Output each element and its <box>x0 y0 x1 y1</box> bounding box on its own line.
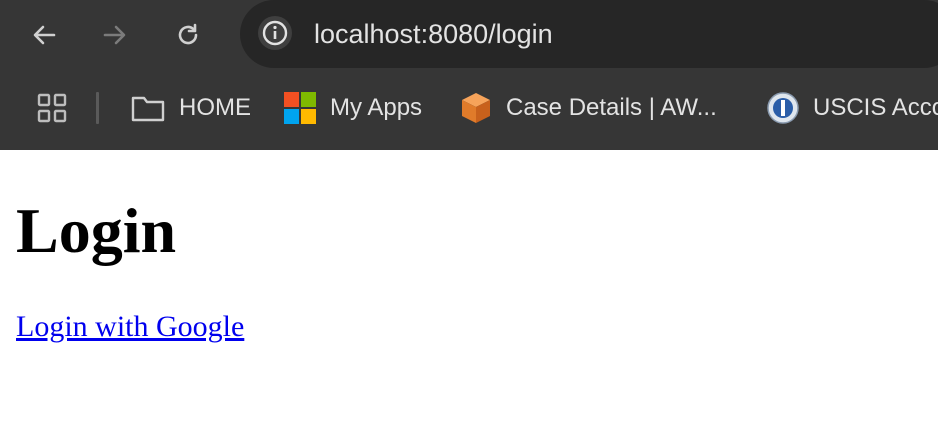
bookmarks-bar: HOME My Apps Case Details | AW... USCIS … <box>0 70 938 150</box>
url-host: localhost <box>314 19 421 49</box>
address-bar[interactable]: localhost:8080/login <box>240 0 938 68</box>
bookmark-uscis[interactable]: USCIS Acco <box>767 88 938 128</box>
folder-icon <box>131 93 165 123</box>
forward-button[interactable] <box>97 17 133 53</box>
info-icon <box>262 20 288 46</box>
url-text[interactable]: localhost:8080/login <box>314 17 553 51</box>
bookmark-my-apps[interactable]: My Apps <box>284 88 422 128</box>
aws-box-icon <box>460 91 492 125</box>
bookmark-label: Case Details | AW... <box>506 94 717 121</box>
forward-arrow-icon <box>103 25 126 45</box>
browser-toolbar: localhost:8080/login <box>0 0 938 70</box>
back-button[interactable] <box>26 17 62 53</box>
site-info-button[interactable] <box>258 16 292 50</box>
microsoft-logo-icon <box>284 92 316 124</box>
reload-icon <box>178 23 198 45</box>
login-with-google-link[interactable]: Login with Google <box>16 310 244 344</box>
apps-grid-icon <box>37 93 67 123</box>
bookmark-label: HOME <box>179 94 251 121</box>
bookmarks-separator <box>96 92 99 124</box>
uscis-seal-icon <box>767 92 799 124</box>
back-arrow-icon <box>33 25 56 45</box>
browser-chrome: localhost:8080/login HOME My Apps Case D… <box>0 0 938 150</box>
page-title: Login <box>16 195 177 266</box>
bookmark-case-details[interactable]: Case Details | AW... <box>460 88 717 128</box>
apps-button[interactable] <box>36 88 68 128</box>
bookmark-label: USCIS Acco <box>813 94 938 121</box>
bookmark-home[interactable]: HOME <box>131 88 251 128</box>
url-path: :8080/login <box>420 19 553 49</box>
reload-button[interactable] <box>170 17 206 53</box>
bookmark-label: My Apps <box>330 94 423 121</box>
